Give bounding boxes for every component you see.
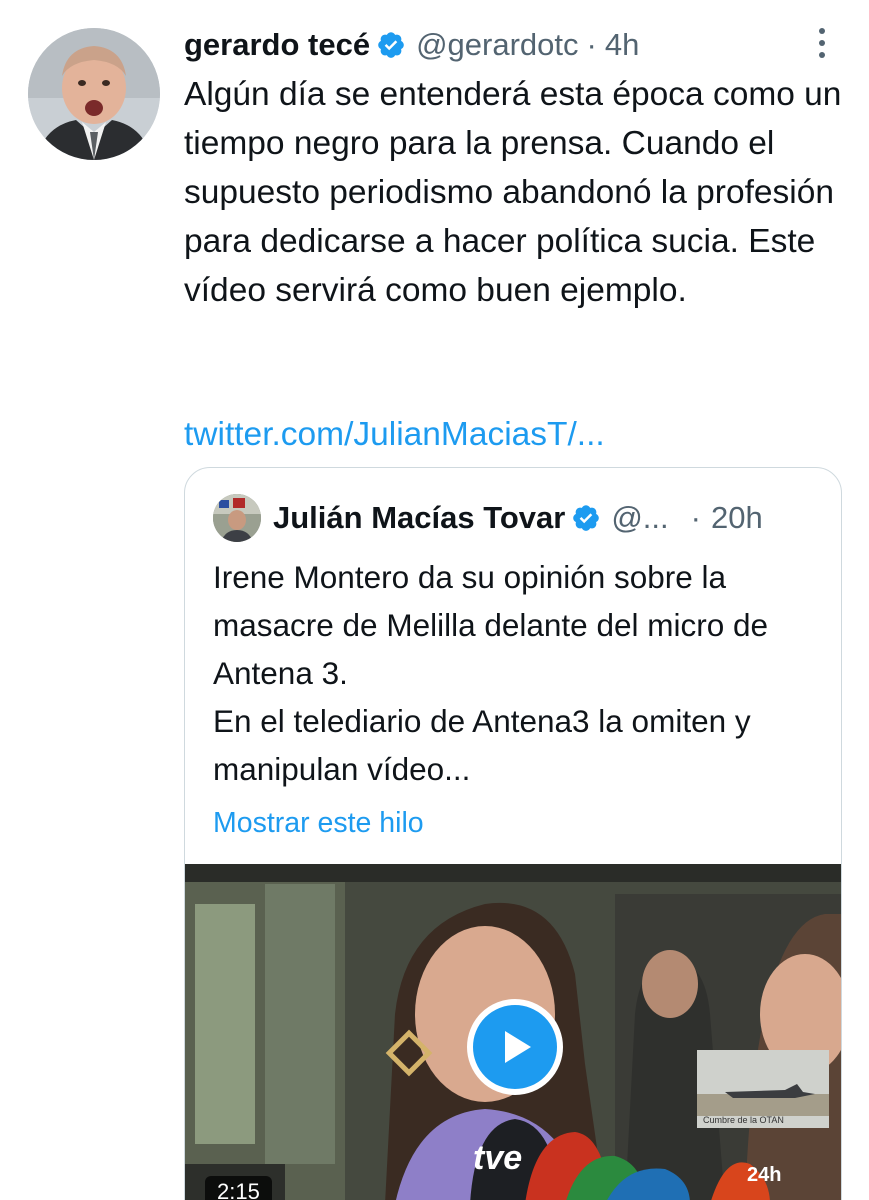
tweet-link[interactable]: twitter.com/JulianMaciasT/...: [184, 410, 605, 459]
quoted-author-handle[interactable]: @...: [611, 500, 668, 536]
author-avatar[interactable]: [28, 28, 160, 160]
tweet-body: Algún día se entenderá esta época como u…: [184, 76, 842, 309]
quoted-tweet-text-line: Irene Montero da su opinión sobre la mas…: [213, 559, 769, 691]
channel-badge: 24h: [747, 1164, 782, 1186]
quoted-tweet-text-line: En el telediario de Antena3 la omiten y …: [213, 703, 751, 787]
person-avatar-icon: [213, 494, 261, 542]
mic-label: tve: [473, 1139, 523, 1177]
tweet-timestamp[interactable]: 4h: [605, 27, 639, 63]
tweet: gerardo tecé @gerardotc · 4h Algún día s…: [0, 0, 869, 1200]
author-display-name[interactable]: gerardo tecé: [184, 27, 370, 63]
quoted-author-display-name[interactable]: Julián Macías Tovar: [273, 500, 565, 536]
show-thread-link[interactable]: Mostrar este hilo: [213, 803, 424, 843]
separator-dot: ·: [690, 500, 701, 535]
author-handle[interactable]: @gerardotc: [416, 27, 578, 63]
tweet-header: gerardo tecé @gerardotc · 4h: [184, 24, 844, 66]
quoted-author-avatar[interactable]: [213, 494, 261, 542]
video-player[interactable]: tve Cumbre de la OTAN 24h 2:15: [185, 864, 841, 1200]
inset-caption: Cumbre de la OTAN: [703, 1115, 784, 1125]
verified-badge-icon: [573, 505, 600, 531]
video-duration: 2:15: [205, 1176, 272, 1200]
verified-badge-icon: [378, 32, 404, 58]
quoted-tweet-text: Irene Montero da su opinión sobre la mas…: [213, 553, 823, 793]
more-vertical-icon[interactable]: [808, 28, 836, 58]
separator-dot: ·: [586, 27, 597, 62]
person-avatar-icon: [28, 28, 160, 160]
quoted-tweet-timestamp[interactable]: 20h: [711, 500, 763, 536]
quoted-tweet-header: Julián Macías Tovar @... · 20h: [213, 494, 823, 542]
play-triangle-icon: [505, 1031, 531, 1063]
play-icon[interactable]: [467, 999, 563, 1095]
quoted-tweet[interactable]: Julián Macías Tovar @... · 20h Irene Mon…: [184, 467, 842, 1200]
